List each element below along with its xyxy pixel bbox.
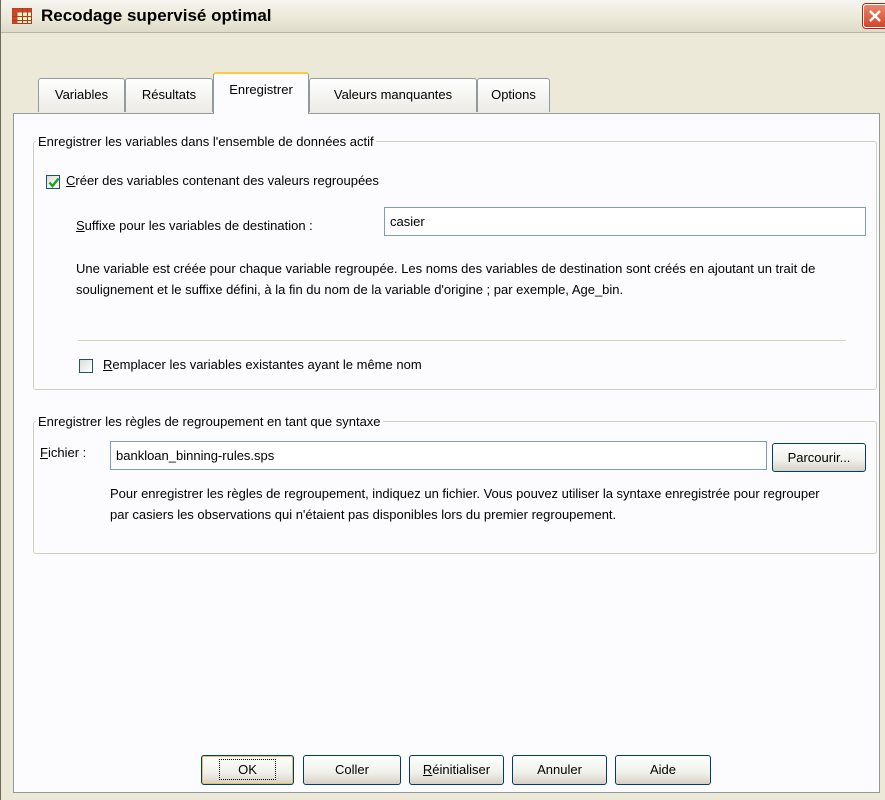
paste-button[interactable]: Coller — [303, 755, 401, 785]
suffix-label: Suffixe pour les variables de destinatio… — [76, 218, 313, 233]
file-label: Fichier : — [40, 445, 87, 460]
tab-variables[interactable]: Variables — [38, 78, 125, 112]
save-rules-legend: Enregistrer les règles de regroupement e… — [38, 414, 381, 429]
ok-button[interactable]: OK — [201, 755, 294, 785]
replace-variables-checkbox[interactable] — [79, 359, 93, 373]
browse-button[interactable]: Parcourir... — [772, 443, 866, 472]
data-grid-icon — [12, 8, 32, 24]
tab-options[interactable]: Options — [477, 78, 550, 112]
replace-variables-label[interactable]: Remplacer les variables existantes ayant… — [103, 357, 422, 372]
checkmark-icon — [48, 177, 60, 188]
tab-strip: Variables Résultats Enregistrer Valeurs … — [1, 72, 885, 114]
close-button[interactable] — [863, 4, 885, 28]
dialog-window: Recodage supervisé optimal Variables Rés… — [0, 0, 885, 800]
cancel-button[interactable]: Annuler — [512, 755, 607, 785]
tab-panel-enregistrer: Enregistrer les variables dans l'ensembl… — [13, 113, 880, 793]
tab-enregistrer[interactable]: Enregistrer — [213, 72, 309, 114]
title-bar[interactable]: Recodage supervisé optimal — [1, 0, 885, 33]
suffix-input[interactable] — [384, 207, 866, 236]
create-variables-label-rest: réer des variables contenant des valeurs… — [75, 173, 379, 188]
close-icon — [869, 10, 881, 22]
create-variables-checkbox[interactable] — [46, 175, 60, 189]
tab-valeurs-manquantes[interactable]: Valeurs manquantes — [309, 78, 477, 112]
group-separator — [78, 340, 846, 342]
reset-button[interactable]: Réinitialiser — [409, 755, 504, 785]
save-rules-description: Pour enregistrer les règles de regroupem… — [110, 486, 820, 522]
help-button[interactable]: Aide — [615, 755, 711, 785]
file-path-input[interactable] — [110, 441, 767, 470]
create-variables-label[interactable]: Créer des variables contenant des valeur… — [66, 173, 379, 188]
window-title: Recodage supervisé optimal — [41, 6, 272, 25]
save-variables-legend: Enregistrer les variables dans l'ensembl… — [38, 134, 374, 149]
save-variables-description: Une variable est créée pour chaque varia… — [76, 261, 816, 297]
tab-resultats[interactable]: Résultats — [125, 78, 213, 112]
